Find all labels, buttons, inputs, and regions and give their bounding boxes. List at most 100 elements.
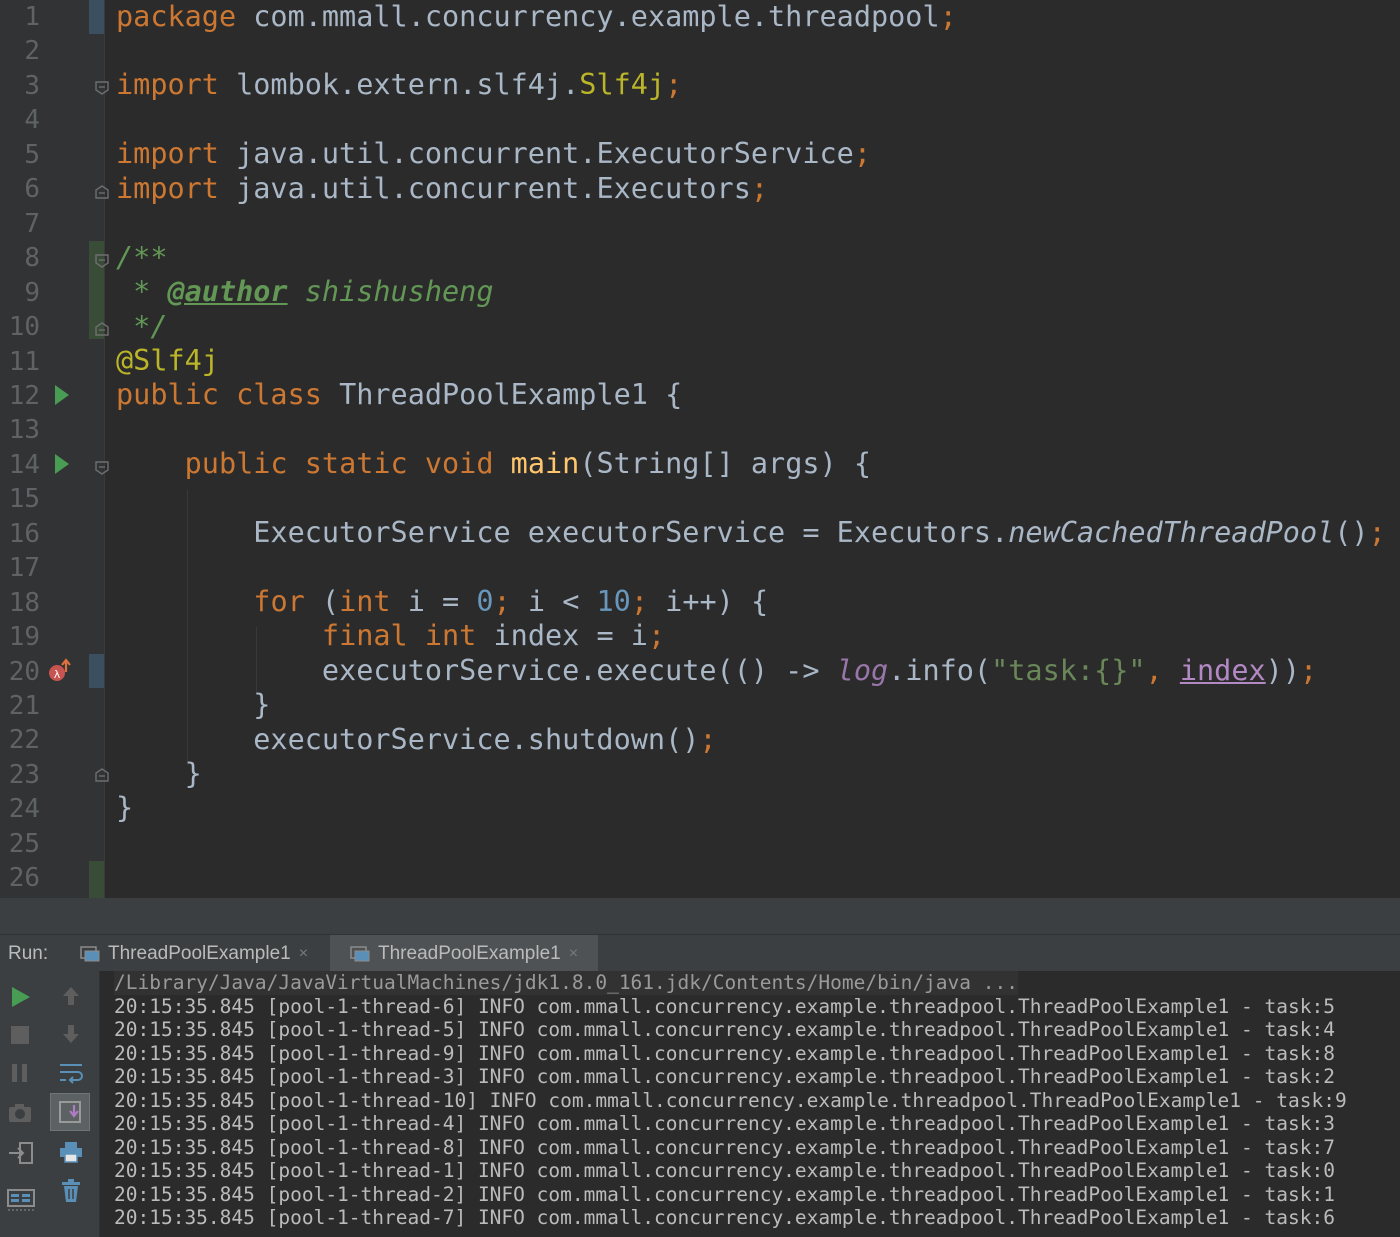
line-number: 4	[24, 105, 40, 136]
brace: }	[116, 757, 202, 790]
gutter-separator	[104, 0, 105, 898]
close-icon[interactable]: ×	[299, 945, 308, 963]
stop-icon[interactable]	[10, 1025, 30, 1045]
captured-variable: index	[1179, 654, 1266, 687]
console-log-line[interactable]: 20:15:35.845 [pool-1-thread-9] INFO com.…	[114, 1042, 1335, 1066]
keyword: final int	[321, 619, 477, 652]
semicolon: ;	[665, 68, 683, 101]
code-line-20[interactable]: executorService.execute(() -> log.info("…	[116, 654, 1317, 688]
line-number: 12	[8, 380, 40, 411]
line-number: 11	[8, 346, 40, 377]
line-number: 13	[8, 415, 40, 446]
fold-icon[interactable]	[95, 461, 109, 475]
up-arrow-icon[interactable]	[61, 985, 81, 1007]
print-icon[interactable]	[59, 1141, 83, 1163]
soft-wrap-icon[interactable]	[58, 1061, 84, 1085]
code-line-6[interactable]: import java.util.concurrent.Executors;	[116, 172, 768, 206]
parens: ))	[1265, 654, 1300, 687]
console-log-line[interactable]: 20:15:35.845 [pool-1-thread-7] INFO com.…	[114, 1206, 1335, 1230]
console-log-line[interactable]: 20:15:35.845 [pool-1-thread-6] INFO com.…	[114, 995, 1335, 1019]
run-arrow-icon[interactable]	[54, 384, 70, 406]
code-line-16[interactable]: ExecutorService executorService = Execut…	[116, 516, 1386, 550]
trash-icon[interactable]	[61, 1179, 81, 1203]
exit-icon[interactable]	[8, 1141, 34, 1165]
static-method-call: newCachedThreadPool	[1008, 516, 1335, 549]
code-line-12[interactable]: public class ThreadPoolExample1 {	[116, 378, 682, 412]
line-number: 1	[24, 2, 40, 32]
console-log-line[interactable]: 20:15:35.845 [pool-1-thread-5] INFO com.…	[114, 1018, 1335, 1042]
run-tab[interactable]: ThreadPoolExample1 ×	[80, 935, 308, 972]
run-panel-header: Run: ThreadPoolExample1 × ThreadPoolExam…	[0, 934, 1400, 972]
comma: ,	[1145, 654, 1180, 687]
code-line-10[interactable]: */	[116, 310, 167, 344]
console-icon	[350, 945, 370, 961]
semicolon: ;	[750, 172, 769, 205]
semicolon: ;	[630, 585, 649, 618]
console-output[interactable]: /Library/Java/JavaVirtualMachines/jdk1.8…	[100, 971, 1400, 1237]
import-path: java.util.concurrent.Executors	[218, 172, 751, 205]
doc-comment: /**	[116, 241, 168, 274]
code-line-21[interactable]: }	[116, 688, 270, 722]
line-number: 6	[24, 174, 40, 205]
console-log-line[interactable]: 20:15:35.845 [pool-1-thread-4] INFO com.…	[114, 1112, 1335, 1136]
code-line-5[interactable]: import java.util.concurrent.ExecutorServ…	[116, 137, 871, 171]
rerun-icon[interactable]	[10, 985, 32, 1009]
line-number: 16	[8, 518, 40, 549]
code-line-3[interactable]: import lombok.extern.slf4j.Slf4j;	[116, 68, 682, 102]
code-line-18[interactable]: for (int i = 0; i < 10; i++) {	[116, 585, 768, 619]
vcs-change-marker[interactable]	[89, 0, 104, 34]
line-number: 15	[8, 484, 40, 515]
scroll-to-end-toggle[interactable]	[50, 1093, 90, 1131]
brace: }	[116, 791, 134, 824]
code-line-8[interactable]: /**	[116, 241, 167, 275]
code-line-24[interactable]: }	[116, 791, 133, 825]
fold-icon[interactable]	[95, 322, 109, 336]
semicolon: ;	[1299, 654, 1318, 687]
fold-icon[interactable]	[95, 254, 109, 268]
line-number: 8	[24, 243, 40, 274]
console-log-line[interactable]: 20:15:35.845 [pool-1-thread-8] INFO com.…	[114, 1136, 1335, 1160]
fold-icon[interactable]	[95, 81, 109, 95]
fold-icon[interactable]	[95, 185, 109, 199]
keyword: for	[253, 585, 305, 618]
code-editor[interactable]: 1 2 3 4 5 6 7 8 9 10 11 12 13 14 15 16 17 18 19 20 21 22 23 24 2…	[0, 0, 1400, 898]
down-arrow-icon[interactable]	[61, 1023, 81, 1045]
semicolon: ;	[493, 585, 511, 618]
doc-tag: @author	[167, 275, 288, 308]
line-number: 3	[24, 70, 40, 101]
expr: i <	[510, 585, 597, 618]
console-command-line[interactable]: /Library/Java/JavaVirtualMachines/jdk1.8…	[114, 971, 1018, 995]
console-log-line[interactable]: 20:15:35.845 [pool-1-thread-10] INFO com…	[114, 1089, 1347, 1113]
keyword: import	[116, 68, 219, 101]
code-line-11[interactable]: @Slf4j	[116, 344, 219, 378]
vcs-change-marker[interactable]	[89, 654, 104, 688]
layout-icon[interactable]	[7, 1186, 35, 1212]
run-arrow-icon[interactable]	[54, 453, 70, 475]
console-log-line[interactable]: 20:15:35.845 [pool-1-thread-2] INFO com.…	[114, 1183, 1335, 1207]
code-line-19[interactable]: final int index = i;	[116, 619, 665, 653]
string-literal: "task:{}"	[991, 654, 1146, 687]
doc-author: shishusheng	[287, 275, 494, 308]
keyword: import	[116, 172, 219, 205]
console-log-line[interactable]: 20:15:35.845 [pool-1-thread-3] INFO com.…	[114, 1065, 1335, 1089]
code-line-1[interactable]: package com.mmall.concurrency.example.th…	[116, 0, 957, 34]
run-tab-active[interactable]: ThreadPoolExample1 ×	[330, 935, 599, 972]
parens: ()	[1334, 516, 1369, 549]
code-line-22[interactable]: executorService.shutdown();	[116, 723, 716, 757]
line-number: 23	[8, 759, 40, 790]
svg-text:λ: λ	[54, 668, 61, 681]
camera-icon[interactable]	[8, 1103, 32, 1123]
code-line-9[interactable]: * @author shishusheng	[116, 275, 494, 309]
code-line-14[interactable]: public static void main(String[] args) {	[116, 447, 871, 481]
lambda-breakpoint-icon[interactable]: λ	[47, 658, 73, 684]
brace: }	[116, 688, 271, 721]
code-line-23[interactable]: }	[116, 757, 202, 791]
close-icon[interactable]: ×	[569, 945, 578, 963]
console-log-line[interactable]: 20:15:35.845 [pool-1-thread-1] INFO com.…	[114, 1159, 1335, 1183]
pause-icon[interactable]	[10, 1063, 30, 1083]
fold-icon[interactable]	[95, 768, 109, 782]
keyword: int	[339, 585, 391, 618]
vcs-change-marker[interactable]	[89, 861, 104, 898]
